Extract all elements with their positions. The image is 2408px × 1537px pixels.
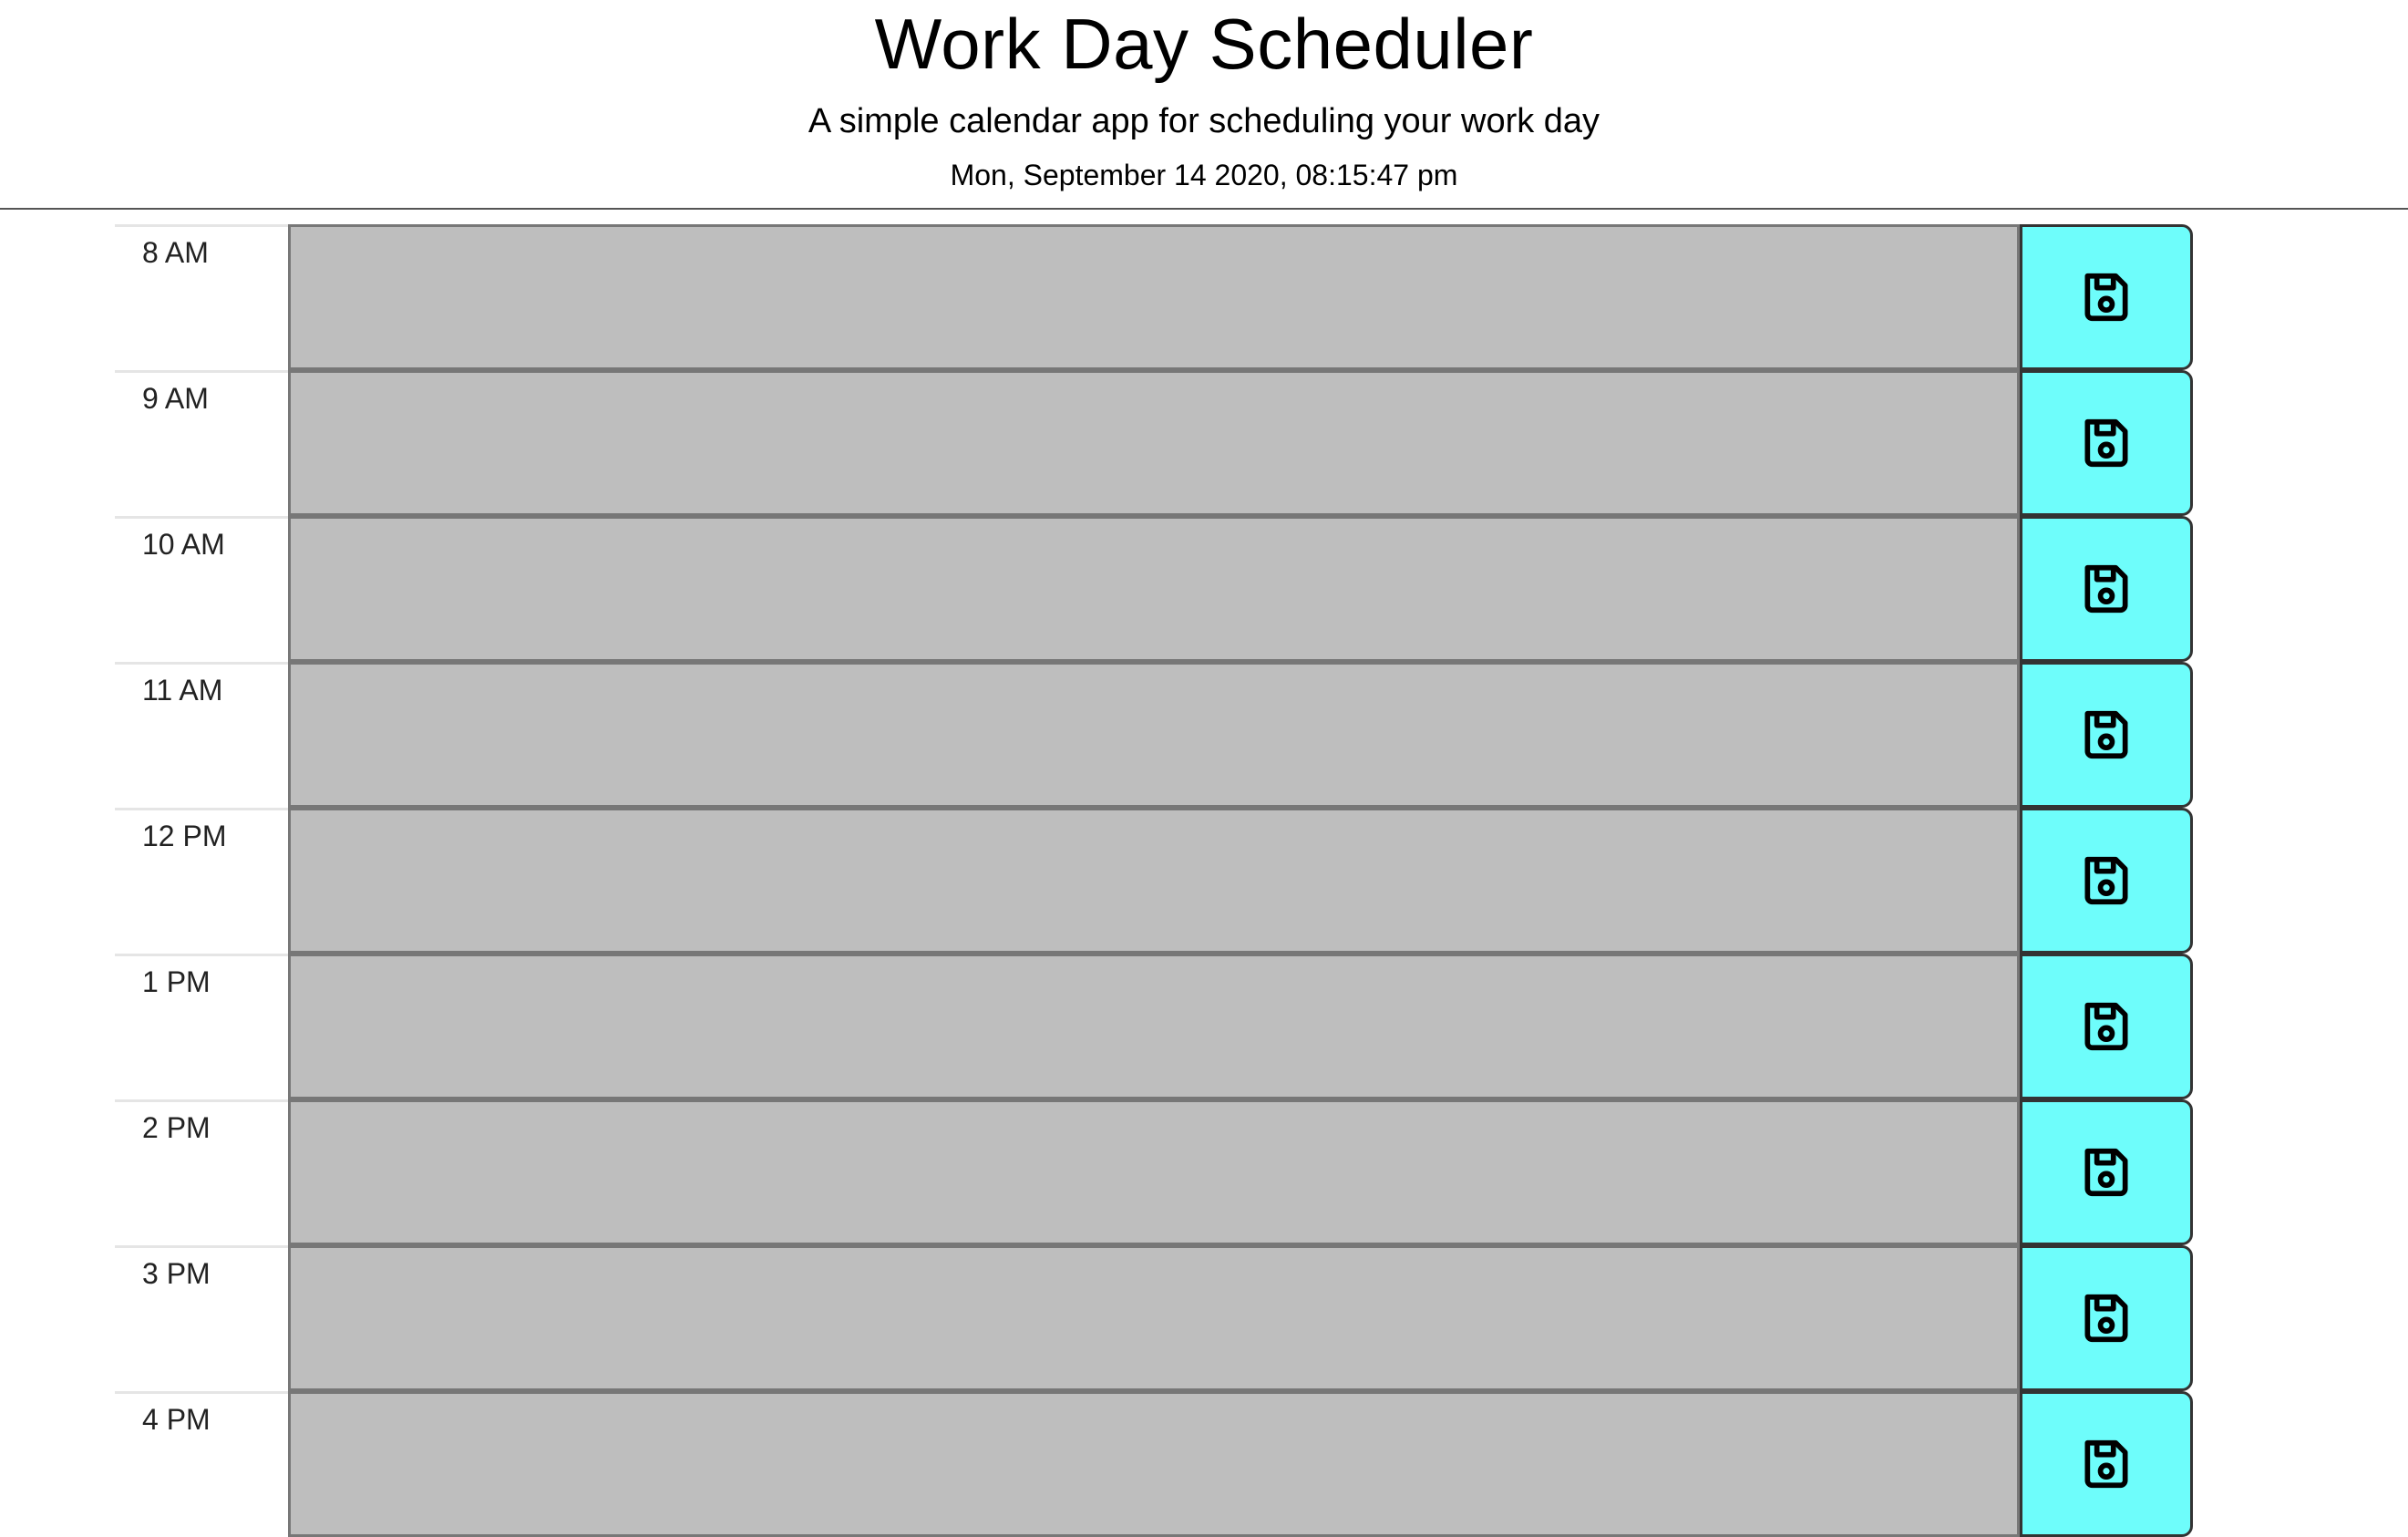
save-button[interactable] bbox=[2020, 662, 2193, 808]
header: Work Day Scheduler A simple calendar app… bbox=[0, 0, 2408, 210]
hour-label: 11 AM bbox=[115, 662, 288, 808]
save-button[interactable] bbox=[2020, 1245, 2193, 1391]
save-icon bbox=[2078, 1436, 2135, 1492]
event-description-input[interactable] bbox=[288, 370, 2020, 516]
save-icon bbox=[2078, 1290, 2135, 1346]
event-description-input[interactable] bbox=[288, 516, 2020, 662]
save-button[interactable] bbox=[2020, 1099, 2193, 1245]
hour-label: 1 PM bbox=[115, 954, 288, 1099]
time-block-3pm: 3 PM bbox=[115, 1245, 2193, 1391]
event-description-input[interactable] bbox=[288, 954, 2020, 1099]
hour-label: 9 AM bbox=[115, 370, 288, 516]
time-block-9am: 9 AM bbox=[115, 370, 2193, 516]
event-description-input[interactable] bbox=[288, 662, 2020, 808]
save-button[interactable] bbox=[2020, 808, 2193, 954]
time-block-10am: 10 AM bbox=[115, 516, 2193, 662]
save-button[interactable] bbox=[2020, 954, 2193, 1099]
time-block-4pm: 4 PM bbox=[115, 1391, 2193, 1537]
time-block-2pm: 2 PM bbox=[115, 1099, 2193, 1245]
save-icon bbox=[2078, 561, 2135, 617]
current-day: Mon, September 14 2020, 08:15:47 pm bbox=[950, 159, 1458, 191]
save-button[interactable] bbox=[2020, 1391, 2193, 1537]
time-block-12pm: 12 PM bbox=[115, 808, 2193, 954]
save-icon bbox=[2078, 852, 2135, 909]
save-icon bbox=[2078, 707, 2135, 763]
event-description-input[interactable] bbox=[288, 1099, 2020, 1245]
save-button[interactable] bbox=[2020, 516, 2193, 662]
page-subtitle: A simple calendar app for scheduling you… bbox=[808, 102, 1600, 140]
hour-label: 10 AM bbox=[115, 516, 288, 662]
hour-label: 3 PM bbox=[115, 1245, 288, 1391]
hour-label: 2 PM bbox=[115, 1099, 288, 1245]
time-block-8am: 8 AM bbox=[115, 224, 2193, 370]
event-description-input[interactable] bbox=[288, 808, 2020, 954]
event-description-input[interactable] bbox=[288, 1245, 2020, 1391]
save-icon bbox=[2078, 415, 2135, 471]
save-button[interactable] bbox=[2020, 224, 2193, 370]
page-title: Work Day Scheduler bbox=[874, 4, 1534, 84]
save-button[interactable] bbox=[2020, 370, 2193, 516]
event-description-input[interactable] bbox=[288, 224, 2020, 370]
hour-label: 12 PM bbox=[115, 808, 288, 954]
time-block-1pm: 1 PM bbox=[115, 954, 2193, 1099]
hour-label: 8 AM bbox=[115, 224, 288, 370]
save-icon bbox=[2078, 998, 2135, 1055]
time-block-11am: 11 AM bbox=[115, 662, 2193, 808]
hour-label: 4 PM bbox=[115, 1391, 288, 1537]
time-block-list: 8 AM 9 AM 10 AM 11 AM 12 PM 1 PM 2 PM 3 … bbox=[115, 224, 2193, 1537]
save-icon bbox=[2078, 1144, 2135, 1201]
event-description-input[interactable] bbox=[288, 1391, 2020, 1537]
save-icon bbox=[2078, 269, 2135, 325]
